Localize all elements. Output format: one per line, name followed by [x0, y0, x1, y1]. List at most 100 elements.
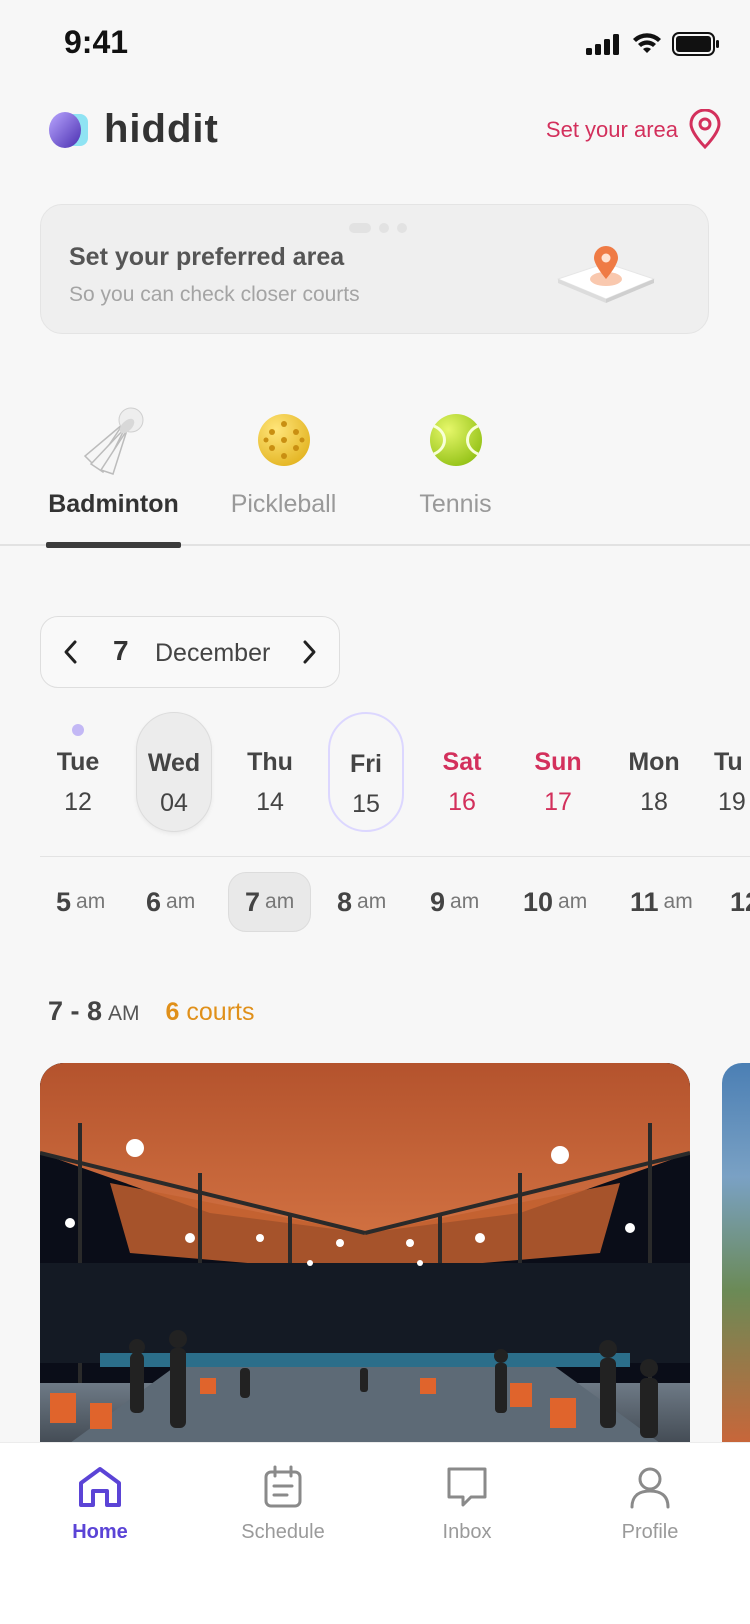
day-of-week: Mon [628, 748, 680, 776]
day-item-today[interactable]: Fri 15 [328, 712, 404, 832]
court-photo [40, 1063, 690, 1443]
day-item[interactable]: Thu 14 [232, 712, 308, 832]
shuttlecock-icon [83, 407, 143, 475]
status-time: 9:41 [64, 24, 129, 60]
hour-number: 12 [730, 886, 750, 917]
hour-number: 6 [146, 886, 162, 917]
hiddit-logo-icon [49, 111, 88, 148]
user-icon [630, 1467, 670, 1509]
battery-icon [672, 32, 719, 56]
day-of-week: Sun [534, 748, 582, 776]
banner-title: Set your preferred area [69, 243, 345, 271]
app-header: hiddit Set your area [0, 95, 750, 165]
tab-profile-label: Profile [621, 1521, 679, 1543]
tab-tennis-label: Tennis [419, 490, 492, 518]
day-of-week: Thu [247, 748, 293, 776]
hour-ampm: am [450, 890, 480, 913]
day-of-week: Sat [442, 748, 482, 776]
courts-count-label: courts [186, 998, 255, 1026]
selected-day-number: 7 [113, 635, 129, 666]
wifi-icon [633, 33, 661, 53]
tab-home-label: Home [72, 1521, 128, 1543]
logo: hiddit [46, 107, 219, 152]
location-pin-icon[interactable] [688, 109, 722, 149]
cellular-signal-icon [586, 34, 619, 55]
tab-pickleball-label: Pickleball [230, 490, 337, 518]
tab-badminton-label: Badminton [48, 490, 179, 518]
day-item-weekend[interactable]: Sun 17 [520, 712, 596, 832]
day-number: 15 [352, 790, 380, 818]
slot-ampm: AM [108, 1002, 140, 1025]
hour-ampm: am [166, 890, 196, 913]
day-number: 19 [718, 788, 746, 816]
day-number: 14 [256, 788, 284, 816]
hour-chip[interactable]: 9 am [414, 872, 495, 932]
day-item[interactable]: Tue 12 [40, 712, 116, 832]
hour-chip[interactable]: 11 am [614, 872, 709, 932]
hour-chip[interactable]: 6 am [130, 872, 211, 932]
chevron-right-icon[interactable] [299, 639, 319, 665]
home-icon [79, 1467, 121, 1507]
court-card[interactable] [40, 1063, 690, 1443]
pickleball-icon [257, 414, 310, 466]
hour-ampm: am [265, 890, 295, 913]
tab-schedule-label: Schedule [241, 1521, 325, 1543]
hour-ampm: am [357, 890, 387, 913]
hour-ampm: am [663, 890, 693, 913]
day-item-partial[interactable]: Tu 19 [710, 712, 750, 832]
tennis-ball-icon [429, 414, 482, 466]
courts-count-number: 6 [165, 998, 180, 1026]
day-number: 16 [448, 788, 476, 816]
selected-month[interactable]: December [155, 639, 270, 668]
hour-number: 10 [523, 886, 554, 917]
hour-selector: 5am 6am 7am 8am 9am 10am 11am 12 [40, 872, 750, 934]
day-item-weekend[interactable]: Sat 16 [424, 712, 500, 832]
day-number: 12 [64, 788, 92, 816]
day-of-week: Tu [714, 748, 743, 776]
month-picker: 7 December [40, 616, 340, 688]
tab-badminton[interactable]: Badminton [46, 400, 181, 548]
day-selector: Tue 12 Wed 04 Thu 14 Fri 15 Sat 16 Sun 1… [40, 708, 750, 838]
day-number: 04 [160, 789, 188, 817]
banner-subtitle: So you can check closer courts [69, 283, 360, 306]
tab-home[interactable]: Home [35, 1465, 165, 1544]
hour-ampm: am [558, 890, 588, 913]
tab-schedule[interactable]: Schedule [218, 1465, 348, 1544]
hour-number: 11 [630, 886, 659, 917]
day-number: 18 [640, 788, 668, 816]
has-booking-dot [72, 724, 84, 736]
hour-ampm: am [76, 890, 106, 913]
tab-tennis[interactable]: Tennis [388, 400, 523, 546]
preferred-area-banner[interactable]: Set your preferred area So you can check… [40, 204, 709, 334]
hour-chip[interactable]: 10 am [507, 872, 603, 932]
map-pin-illustration-icon [556, 246, 656, 303]
hour-chip[interactable]: 8 am [321, 872, 402, 932]
logo-text: hiddit [104, 107, 219, 151]
hour-chip[interactable]: 5 am [40, 872, 121, 932]
hour-chip-partial[interactable]: 12 [714, 872, 750, 932]
bottom-tab-bar: Home Schedule Inbox Profile [0, 1442, 750, 1624]
hour-number: 9 [430, 886, 446, 917]
day-item[interactable]: Mon 18 [616, 712, 692, 832]
chevron-left-icon[interactable] [61, 639, 81, 665]
tab-pickleball[interactable]: Pickleball [216, 400, 351, 546]
status-icons [586, 32, 720, 56]
day-of-week: Fri [350, 750, 382, 778]
tab-inbox[interactable]: Inbox [402, 1465, 532, 1544]
tab-inbox-label: Inbox [442, 1521, 492, 1543]
set-area-link[interactable]: Set your area [546, 117, 678, 143]
day-item-selected[interactable]: Wed 04 [136, 712, 212, 832]
chat-bubble-icon [447, 1467, 487, 1507]
courts-count: 6 courts [166, 998, 255, 1027]
active-tab-indicator [46, 542, 181, 548]
tab-profile[interactable]: Profile [585, 1465, 715, 1544]
hour-number: 5 [56, 886, 72, 917]
day-of-week: Tue [56, 748, 100, 776]
carousel-indicator [349, 223, 407, 233]
slot-time-range: 7 - 8 [48, 996, 103, 1026]
hour-chip-selected[interactable]: 7 am [228, 872, 312, 932]
court-card-next-peek[interactable] [722, 1063, 750, 1443]
status-bar: 9:41 [0, 0, 750, 90]
divider [40, 856, 750, 857]
day-number: 17 [544, 788, 572, 816]
